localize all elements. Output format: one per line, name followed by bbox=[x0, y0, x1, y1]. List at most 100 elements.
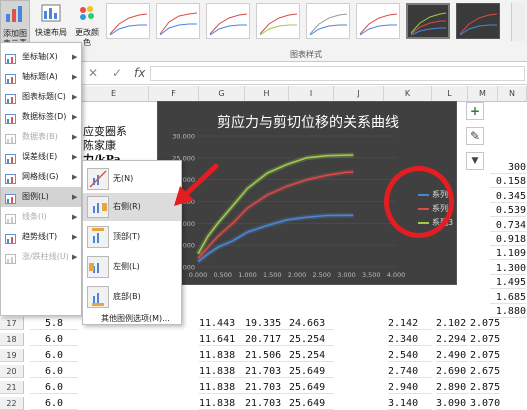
chart-filter-button[interactable]: ▼ bbox=[466, 152, 484, 170]
table-cell[interactable]: 2.075 bbox=[470, 333, 500, 346]
table-cell[interactable]: 3.090 bbox=[436, 397, 468, 410]
table-cell[interactable]: 3.070 bbox=[470, 397, 500, 410]
column-header[interactable]: M bbox=[468, 86, 498, 102]
row-header[interactable]: 17 bbox=[0, 317, 24, 330]
gallery-scrollbar[interactable] bbox=[511, 3, 525, 41]
table-cell[interactable]: 21.703 bbox=[245, 381, 289, 394]
table-cell[interactable]: 25.254 bbox=[289, 333, 334, 346]
table-cell[interactable]: 25.649 bbox=[289, 397, 334, 410]
column-header[interactable]: E bbox=[79, 86, 149, 102]
table-cell[interactable]: 0.158 bbox=[490, 175, 526, 189]
table-cell[interactable]: 5.8 bbox=[30, 317, 78, 330]
table-cell[interactable]: 11.838 bbox=[199, 365, 245, 378]
table-header-cell[interactable]: 陈家康 bbox=[83, 139, 155, 153]
table-cell[interactable]: 6.0 bbox=[30, 349, 78, 362]
table-cell[interactable]: 11.838 bbox=[199, 381, 245, 394]
table-cell[interactable]: 1.495 bbox=[490, 276, 526, 290]
menu-item[interactable]: 线条(I) ▶ bbox=[1, 207, 81, 227]
menu-item[interactable]: 数据表(B) ▶ bbox=[1, 127, 81, 147]
confirm-icon[interactable]: ✓ bbox=[112, 66, 122, 80]
chart-style-thumb[interactable] bbox=[306, 3, 350, 39]
table-cell[interactable]: 11.443 bbox=[199, 317, 245, 330]
chart-style-thumb[interactable] bbox=[206, 3, 250, 39]
table-cell[interactable]: 300 bbox=[490, 161, 526, 174]
table-cell[interactable]: 1.685 bbox=[490, 291, 526, 304]
row-header[interactable]: 19 bbox=[0, 349, 24, 362]
row-header[interactable]: 22 bbox=[0, 397, 24, 410]
table-cell[interactable]: 11.641 bbox=[199, 333, 245, 346]
table-cell[interactable]: 3.140 bbox=[388, 397, 432, 410]
column-header[interactable]: J bbox=[334, 86, 384, 102]
table-cell[interactable]: 2.075 bbox=[470, 317, 500, 330]
table-cell[interactable]: 1.880 bbox=[490, 305, 526, 318]
menu-item[interactable]: 图表标题(C) ▶ bbox=[1, 87, 81, 107]
chart-style-thumb[interactable] bbox=[456, 3, 500, 39]
table-cell[interactable]: 6.0 bbox=[30, 381, 78, 394]
table-cell[interactable]: 21.703 bbox=[245, 397, 289, 410]
chart-style-thumb[interactable] bbox=[106, 3, 150, 39]
chart-style-thumb[interactable] bbox=[356, 3, 400, 39]
table-cell[interactable]: 2.740 bbox=[388, 365, 432, 378]
menu-item[interactable]: 误差线(E) ▶ bbox=[1, 147, 81, 167]
legend-position-option[interactable]: 底部(B) bbox=[83, 283, 181, 311]
table-cell[interactable]: 6.0 bbox=[30, 397, 78, 410]
menu-item[interactable]: 轴标题(A) ▶ bbox=[1, 67, 81, 87]
legend-position-option[interactable]: 无(N) bbox=[83, 165, 181, 193]
cancel-icon[interactable]: ✕ bbox=[88, 66, 98, 80]
table-cell[interactable]: 0.918 bbox=[490, 233, 526, 246]
table-cell[interactable]: 6.0 bbox=[30, 365, 78, 378]
table-cell[interactable]: 2.690 bbox=[436, 365, 468, 378]
table-cell[interactable]: 2.075 bbox=[470, 349, 500, 362]
menu-item[interactable]: 趋势线(T) ▶ bbox=[1, 227, 81, 247]
table-header-cell[interactable]: 应变圈系 bbox=[83, 125, 155, 139]
more-legend-options[interactable]: 其他图例选项(M)... bbox=[83, 310, 181, 328]
table-cell[interactable]: 0.734 bbox=[490, 219, 526, 232]
table-cell[interactable]: 2.340 bbox=[388, 333, 432, 346]
table-cell[interactable]: 0.345 bbox=[490, 190, 526, 203]
table-cell[interactable]: 2.875 bbox=[470, 381, 500, 394]
table-cell[interactable]: 25.254 bbox=[289, 349, 334, 362]
table-cell[interactable]: 25.649 bbox=[289, 381, 334, 394]
function-icon[interactable]: fx bbox=[134, 66, 145, 80]
chart-style-thumb[interactable] bbox=[256, 3, 300, 39]
menu-item[interactable]: 数据标签(D) ▶ bbox=[1, 107, 81, 127]
row-header[interactable]: 18 bbox=[0, 333, 24, 346]
formula-input[interactable] bbox=[150, 66, 525, 81]
menu-item[interactable]: 网格线(G) ▶ bbox=[1, 167, 81, 187]
legend-position-option[interactable]: 左侧(L) bbox=[83, 253, 181, 281]
column-header[interactable]: F bbox=[149, 86, 199, 102]
table-cell[interactable]: 0.539 bbox=[490, 204, 526, 218]
chart-styles-button[interactable]: ✎ bbox=[466, 127, 484, 145]
table-cell[interactable]: 19.335 bbox=[245, 317, 289, 330]
legend-position-option[interactable]: 顶部(T) bbox=[83, 223, 181, 251]
table-cell[interactable]: 1.109 bbox=[490, 247, 526, 261]
menu-item[interactable]: 坐标轴(X) ▶ bbox=[1, 47, 81, 67]
menu-item[interactable]: 涨/跌柱线(U) ▶ bbox=[1, 247, 81, 267]
chart-elements-button[interactable]: + bbox=[466, 102, 484, 120]
column-header[interactable]: L bbox=[432, 86, 468, 102]
row-header[interactable]: 21 bbox=[0, 381, 24, 394]
table-cell[interactable]: 2.294 bbox=[436, 333, 468, 346]
table-cell[interactable]: 2.675 bbox=[470, 365, 500, 378]
table-cell[interactable]: 2.142 bbox=[388, 317, 432, 330]
column-header[interactable]: H bbox=[245, 86, 289, 102]
table-cell[interactable]: 20.717 bbox=[245, 333, 289, 346]
column-header[interactable]: K bbox=[384, 86, 432, 102]
menu-item[interactable]: 图例(L) ▶ bbox=[1, 187, 81, 207]
table-cell[interactable]: 11.838 bbox=[199, 349, 245, 362]
table-cell[interactable]: 6.0 bbox=[30, 333, 78, 346]
column-header[interactable]: G bbox=[199, 86, 245, 102]
chart-style-thumb[interactable] bbox=[156, 3, 200, 39]
column-header[interactable]: I bbox=[289, 86, 334, 102]
table-cell[interactable]: 2.890 bbox=[436, 381, 468, 394]
table-cell[interactable]: 21.506 bbox=[245, 349, 289, 362]
table-cell[interactable]: 2.540 bbox=[388, 349, 432, 362]
table-cell[interactable]: 11.838 bbox=[199, 397, 245, 410]
table-cell[interactable]: 21.703 bbox=[245, 365, 289, 378]
table-cell[interactable]: 2.102 bbox=[436, 317, 468, 330]
chart-style-thumb-selected[interactable] bbox=[406, 3, 450, 39]
table-cell[interactable]: 24.663 bbox=[289, 317, 334, 330]
column-header[interactable]: N bbox=[498, 86, 527, 102]
table-cell[interactable]: 2.940 bbox=[388, 381, 432, 394]
row-header[interactable]: 20 bbox=[0, 365, 24, 378]
